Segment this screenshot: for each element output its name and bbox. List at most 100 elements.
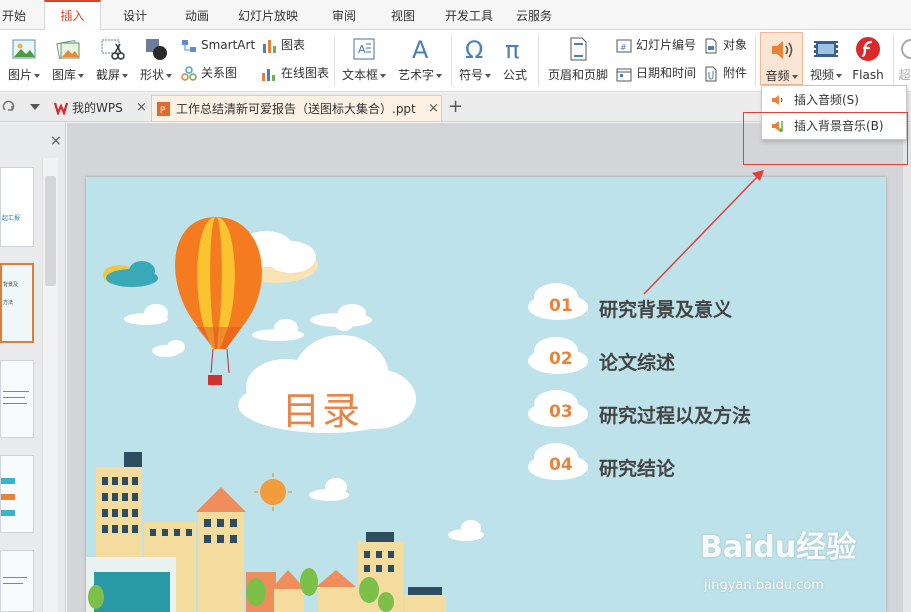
speaker-icon	[771, 41, 792, 59]
toc-number: 02	[549, 349, 573, 369]
thumb-2-text-a: 背景及	[3, 282, 19, 288]
chart-label: 图表	[281, 38, 306, 52]
tab-cloud[interactable]: 云服务	[512, 0, 556, 31]
gallery-button[interactable]: 图库	[47, 36, 89, 82]
close-pane-icon[interactable]: ×	[50, 133, 62, 149]
picture-icon	[12, 39, 36, 59]
tab-my-wps[interactable]: 我的WPS ×	[50, 95, 147, 121]
svg-text:#: #	[620, 43, 627, 52]
close-tab-icon[interactable]: ×	[428, 96, 439, 122]
relation-icon	[181, 65, 197, 81]
slide-number-button[interactable]: # 幻灯片编号	[616, 35, 696, 55]
flash-label: Flash	[852, 68, 884, 82]
video-label: 视频	[809, 68, 834, 82]
attachment-button[interactable]: 附件	[703, 63, 747, 83]
slide-illustration	[86, 217, 588, 612]
chart-button[interactable]: 图表	[261, 35, 305, 55]
tab-my-wps-label: 我的WPS	[72, 101, 123, 115]
picture-button[interactable]: 图片	[4, 36, 44, 82]
audio-label: 音频	[765, 69, 790, 83]
header-footer-icon	[570, 37, 587, 61]
slide-title: 目录	[282, 389, 363, 433]
slide-thumbnail-pane: × 起汇报 背景及 方法	[0, 123, 66, 612]
calendar-icon	[616, 68, 632, 81]
thumb-2-text-b: 方法	[3, 300, 14, 306]
smartart-icon	[182, 39, 196, 52]
datetime-button[interactable]: 日期和时间	[616, 63, 696, 83]
wordart-icon: A	[412, 36, 429, 62]
vertical-scrollbar[interactable]	[903, 123, 911, 612]
slide-thumbnail-4[interactable]	[0, 455, 34, 533]
symbol-button[interactable]: Ω 符号	[455, 36, 495, 82]
tab-current-document[interactable]: P 工作总结清新可爱报告（送图标大集合）.ppt ×	[151, 95, 442, 121]
ribbon-toolbar: 图片 图库 截屏 形状 SmartArt 关系图 图表 在线图表 A 文本框 A…	[0, 30, 911, 92]
textbox-icon: A	[353, 38, 375, 60]
object-button[interactable]: 对象	[703, 35, 747, 55]
slide-number-icon: #	[616, 39, 632, 52]
scissors-icon	[101, 39, 125, 60]
header-footer-button[interactable]: 页眉和页脚	[546, 36, 610, 82]
toc-item-label: 研究过程以及方法	[599, 405, 752, 427]
attachment-label: 附件	[723, 66, 748, 80]
flash-icon	[856, 37, 880, 61]
redo-icon[interactable]	[2, 100, 16, 114]
toc-item-label: 研究结论	[599, 458, 676, 480]
tab-developer[interactable]: 开发工具	[440, 0, 498, 31]
slide-thumbnail-5[interactable]	[0, 550, 34, 612]
new-tab-plus-icon[interactable]: +	[448, 96, 463, 117]
video-icon	[814, 41, 838, 57]
tab-design[interactable]: 设计	[113, 0, 157, 31]
attachment-icon	[705, 66, 717, 81]
super-link-button[interactable]: 超	[898, 36, 911, 82]
online-chart-icon	[262, 68, 275, 81]
relation-label: 关系图	[201, 66, 238, 80]
slide-canvas[interactable]: 目录 01 研究背景及意义 02 论文综述 03 研究过程以及方法 04 研究结…	[86, 177, 886, 612]
header-footer-label: 页眉和页脚	[547, 68, 608, 82]
insert-audio-menu-item[interactable]: 插入音频(S)	[762, 88, 906, 112]
relation-button[interactable]: 关系图	[181, 63, 237, 83]
textbox-label: 文本框	[341, 68, 378, 82]
tab-insert[interactable]: 插入	[44, 0, 101, 31]
tab-review[interactable]: 审阅	[322, 0, 366, 31]
shape-button[interactable]: 形状	[136, 36, 176, 82]
thumbnail-scrollbar[interactable]	[42, 158, 58, 612]
toc-item-label: 研究背景及意义	[599, 299, 733, 321]
shape-label: 形状	[139, 68, 164, 82]
flash-button[interactable]: Flash	[849, 36, 887, 82]
object-label: 对象	[723, 38, 748, 52]
insert-audio-label: 插入音频(S)	[794, 93, 859, 107]
slide-thumbnail-2[interactable]: 背景及 方法	[0, 263, 34, 343]
online-chart-button[interactable]: 在线图表	[261, 63, 329, 83]
smartart-button[interactable]: SmartArt	[181, 35, 255, 55]
smartart-label: SmartArt	[201, 38, 256, 52]
tab-slideshow[interactable]: 幻灯片放映	[232, 0, 304, 31]
object-icon	[705, 38, 717, 53]
screenshot-label: 截屏	[95, 68, 120, 82]
menu-bar: 开始 插入 设计 动画 幻灯片放映 审阅 视图 开发工具 云服务	[0, 0, 911, 31]
close-tab-icon[interactable]: ×	[136, 95, 147, 121]
screenshot-button[interactable]: 截屏	[92, 36, 132, 82]
tab-home[interactable]: 开始	[0, 0, 28, 31]
slide-thumbnail-3[interactable]	[0, 360, 34, 438]
toc-number: 01	[549, 296, 573, 316]
tab-animation[interactable]: 动画	[175, 0, 219, 31]
tab-view[interactable]: 视图	[381, 0, 425, 31]
svg-text:P: P	[160, 106, 166, 116]
omega-icon: Ω	[465, 36, 483, 62]
gallery-label: 图库	[51, 68, 76, 82]
slide-editing-area: 目录 01 研究背景及意义 02 论文综述 03 研究过程以及方法 04 研究结…	[67, 123, 911, 612]
audio-button[interactable]: 音频	[760, 32, 803, 85]
tab-list-chevron-icon[interactable]	[30, 103, 40, 111]
textbox-button[interactable]: A 文本框	[339, 36, 389, 82]
svg-text:A: A	[412, 36, 429, 62]
slide-thumbnail-1[interactable]: 起汇报	[0, 167, 34, 247]
link-icon	[901, 39, 911, 59]
video-button[interactable]: 视频	[806, 36, 846, 82]
formula-button[interactable]: π 公式	[499, 36, 531, 82]
speaker-icon	[772, 95, 783, 105]
datetime-label: 日期和时间	[636, 66, 697, 80]
online-chart-label: 在线图表	[281, 66, 330, 80]
wordart-button[interactable]: A 艺术字	[394, 36, 446, 82]
super-link-label: 超	[898, 68, 911, 82]
toc-item-label: 论文综述	[599, 352, 676, 374]
